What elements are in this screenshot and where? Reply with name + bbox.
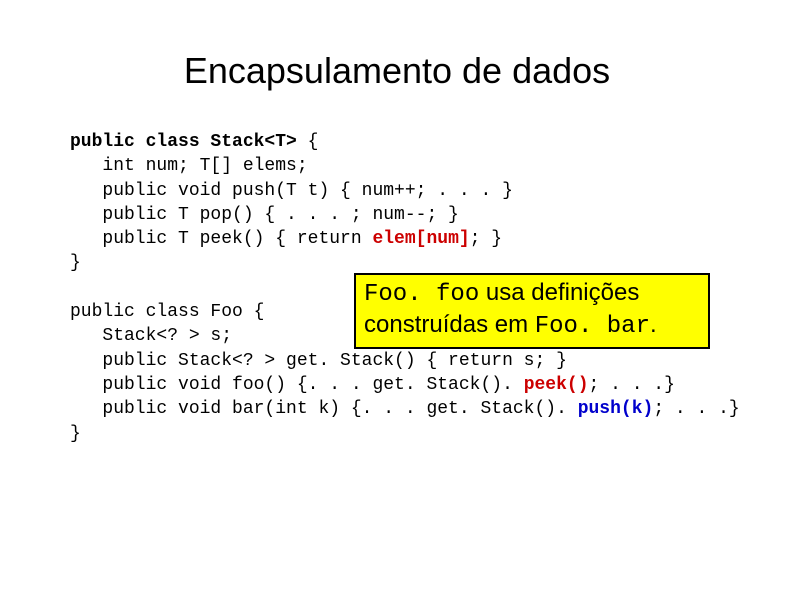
callout-text: .	[650, 311, 657, 338]
code-line: public Stack<? > get. Stack() { return s…	[70, 351, 567, 371]
callout-code: Foo. foo	[364, 281, 479, 308]
code-line: public void push(T t) { num++; . . . }	[70, 181, 513, 201]
code-line: public T peek() { return	[70, 229, 372, 249]
callout-code: Foo. bar	[535, 313, 650, 340]
code-line: public class Foo {	[70, 302, 264, 322]
code-line: }	[70, 424, 81, 444]
callout-box: Foo. foo usa definições construídas em F…	[354, 273, 710, 349]
code-highlight-blue: push(k)	[578, 399, 654, 419]
code-line: ; }	[470, 229, 502, 249]
slide-title: Encapsulamento de dados	[70, 50, 724, 92]
code-line: ; . . .}	[589, 375, 675, 395]
slide-container: Encapsulamento de dados public class Sta…	[0, 0, 794, 595]
code-line: public void foo() {. . . get. Stack().	[70, 375, 524, 395]
code-line: {	[297, 132, 319, 152]
code-line: public T pop() { . . . ; num--; }	[70, 205, 459, 225]
code-line: }	[70, 253, 81, 273]
code-line: ; . . .}	[653, 399, 739, 419]
code-line: int num; T[] elems;	[70, 156, 308, 176]
code-line: public void bar(int k) {. . . get. Stack…	[70, 399, 578, 419]
code-highlight-red: elem[num]	[372, 229, 469, 249]
code-line: public class Stack<T>	[70, 132, 297, 152]
code-line: Stack<? > s;	[70, 326, 232, 346]
code-highlight-red: peek()	[524, 375, 589, 395]
